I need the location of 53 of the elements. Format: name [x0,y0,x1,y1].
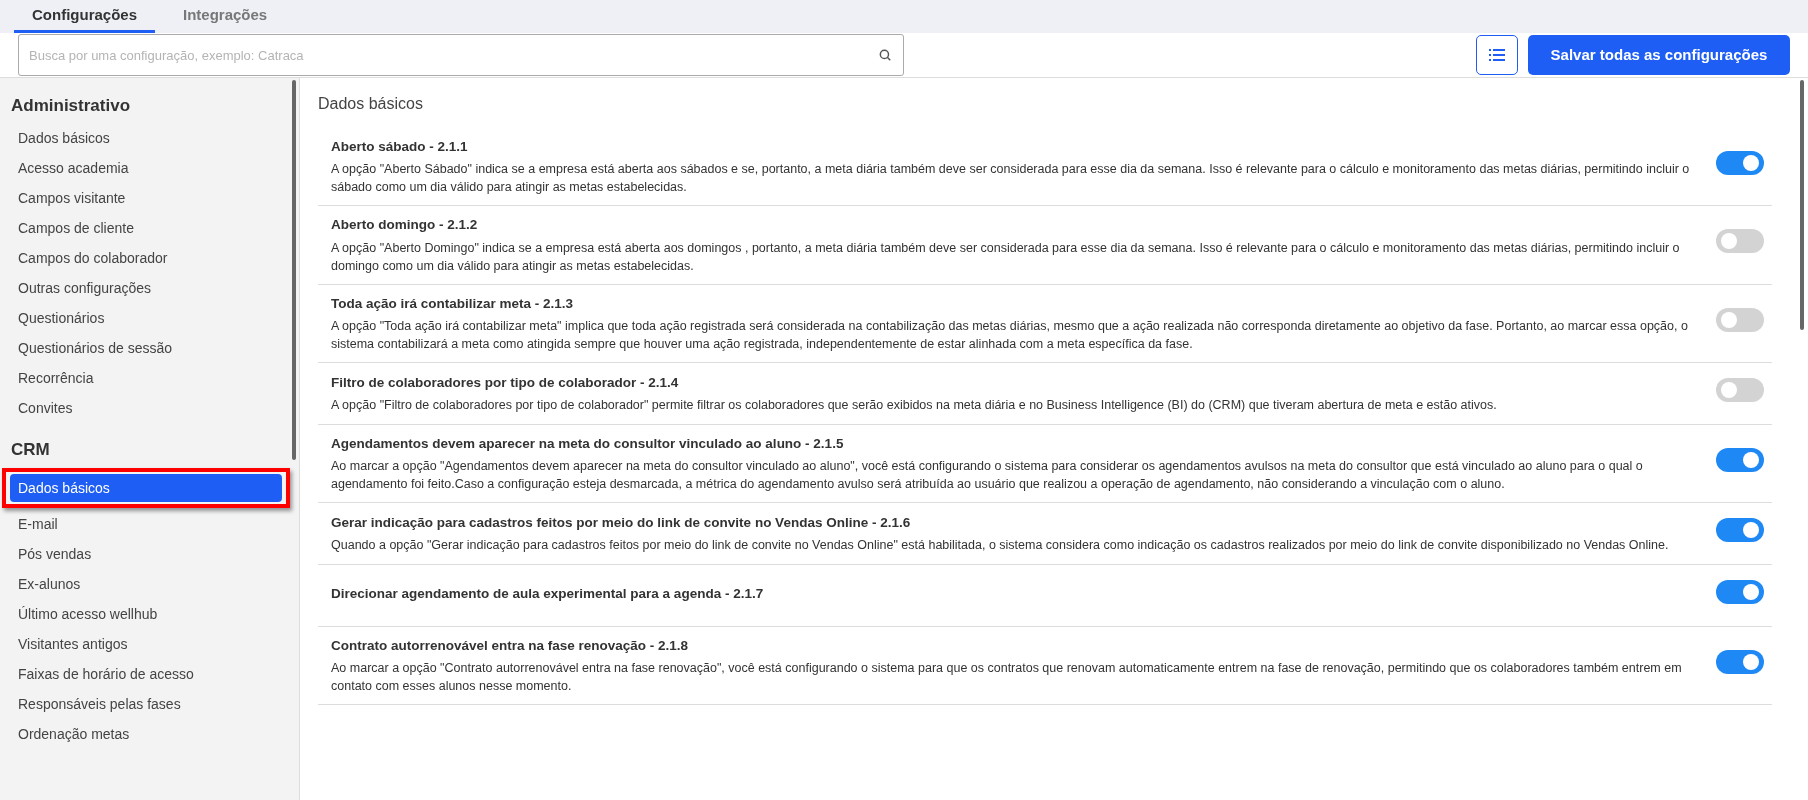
sidebar-item[interactable]: Ordenação metas [10,720,282,748]
toggle-switch[interactable] [1716,151,1764,176]
save-button[interactable]: Salvar todas as configurações [1528,35,1790,75]
setting-title: Aberto sábado - 2.1.1 [331,138,469,156]
setting-title: Gerar indicação para cadastros feitos por meio do link de convite no Vendas Online - 2.1.6 [331,513,912,532]
sidebar-item[interactable]: Convites [10,394,282,422]
search-field[interactable]: Busca por uma configuração, exemplo: Catraca [18,34,904,76]
sidebar-item[interactable]: Campos do colaborador [10,244,282,272]
setting-description: Ao marcar a opção "Agendamentos devem aparecer na meta do consultor vinculado ao aluno", você está configurando o sistema para considerar os agendamentos avulsos na meta do consultor que está vinculado ao aluno para o qual o agendamento foi feito.Caso a configuração esteja desmarcada, a métrica do agendamento avulso será atribuída ao usuário que realizou a operação de agendamento, não considerando a vinculação com o aluno. [331,458,1644,493]
scrollbar-thumb[interactable] [1800,80,1804,330]
sidebar-item[interactable]: Dados básicos [10,474,282,502]
scrollbar-thumb[interactable] [292,80,296,460]
setting-description: Ao marcar a opção "Contrato autorrenovável entra na fase renovação", você está configurando o sistema para que os contratos que renovam automaticamente entrem na fase de renovação, permitindo que os colaboradores também entrem em contato com esses alunos nesse momento. [331,660,1683,696]
setting-title: Filtro de colaboradores por tipo de colaborador - 2.1.4 [331,373,680,392]
toggle-switch[interactable] [1716,447,1764,472]
sidebar-item[interactable]: E-mail [10,510,282,538]
setting-description: A opção "Aberto Sábado" indica se a empresa está aberta aos sábados e se, portanto, a meta diária também deve ser considerada para esse dia da semana. Isso é relevante para o cálculo e monitoramento das metas diárias, permitindo incluir o sábado como um dia válido para atingir as metas estabelecidas. [331,161,1691,197]
setting-description: A opção "Filtro de colaboradores por tipo de colaborador" permite filtrar os colaboradores que serão exibidos na meta diária e no Business Intelligence (BI) do (CRM) que tiveram abertura de meta e estão ativos. [331,396,1498,414]
list-view-button[interactable] [1476,35,1518,75]
toggle-switch[interactable] [1716,307,1764,332]
toggle-switch[interactable] [1716,229,1764,254]
toggle-switch[interactable] [1716,650,1764,675]
section-title: Dados básicos [318,94,424,114]
setting-title: Contrato autorrenovável entra na fase renovação - 2.1.8 [331,637,690,655]
sidebar-item[interactable]: Visitantes antigos [10,630,282,658]
sidebar-group-title: CRM [10,439,51,461]
search-icon [878,48,892,62]
setting-title: Toda ação irá contabilizar meta - 2.1.3 [331,294,575,313]
setting-description: Quando a opção "Gerar indicação para cadastros feitos por meio do link de convite no Vendas Online" está habilitada, o sistema considera como indicação os cadastros realizados por meio do link de convite disponibilizado no Vendas Online. [331,537,1670,555]
sidebar-item[interactable]: Último acesso wellhub [10,600,282,628]
toggle-switch[interactable] [1716,580,1764,604]
setting-title: Aberto domingo - 2.1.2 [331,216,479,235]
sidebar-item[interactable]: Questionários [10,304,282,332]
sidebar-item[interactable]: Campos visitante [10,184,282,212]
sidebar-item[interactable]: Pós vendas [10,540,282,568]
sidebar-item[interactable]: Faixas de horário de acesso [10,660,282,688]
sidebar-item[interactable]: Ex-alunos [10,570,282,598]
toggle-switch[interactable] [1716,377,1764,402]
setting-title: Direcionar agendamento de aula experimental para a agenda - 2.1.7 [331,584,765,603]
setting-title: Agendamentos devem aparecer na meta do consultor vinculado ao aluno - 2.1.5 [331,434,845,453]
sidebar-item[interactable]: Responsáveis pelas fases [10,690,282,718]
setting-description: A opção "Toda ação irá contabilizar meta" implica que toda ação registrada será considerada na contabilização das metas diárias, mesmo que a ação realizada não corresponda diretamente ao objetivo da fase. Portanto, ao marcar essa opção, o sistema contabilizará a meta como atingida sempre que houver uma ação registrada, independentemente de estar alinhada com a meta específica da fase. [331,317,1689,353]
sidebar-item[interactable]: Acesso academia [10,154,282,182]
sidebar-item[interactable]: Outras configurações [10,274,282,302]
sidebar-item[interactable]: Dados básicos [10,124,282,152]
list-icon [1489,48,1505,62]
sidebar-item[interactable]: Recorrência [10,364,282,392]
sidebar-item[interactable]: Questionários de sessão [10,334,282,362]
toggle-switch[interactable] [1716,518,1764,542]
setting-description: A opção "Aberto Domingo" indica se a empresa está aberta aos domingos , portanto, a meta diária também deve ser considerada para esse dia da semana. Isso é relevante para o cálculo e monitoramento das metas diárias, permitindo incluir o domingo como um dia válido para atingir as metas estabelecidas. [331,239,1681,275]
sidebar-item[interactable]: Campos de cliente [10,214,282,242]
sidebar-group-title: Administrativo [10,95,132,117]
tab[interactable]: Integrações [165,3,286,33]
